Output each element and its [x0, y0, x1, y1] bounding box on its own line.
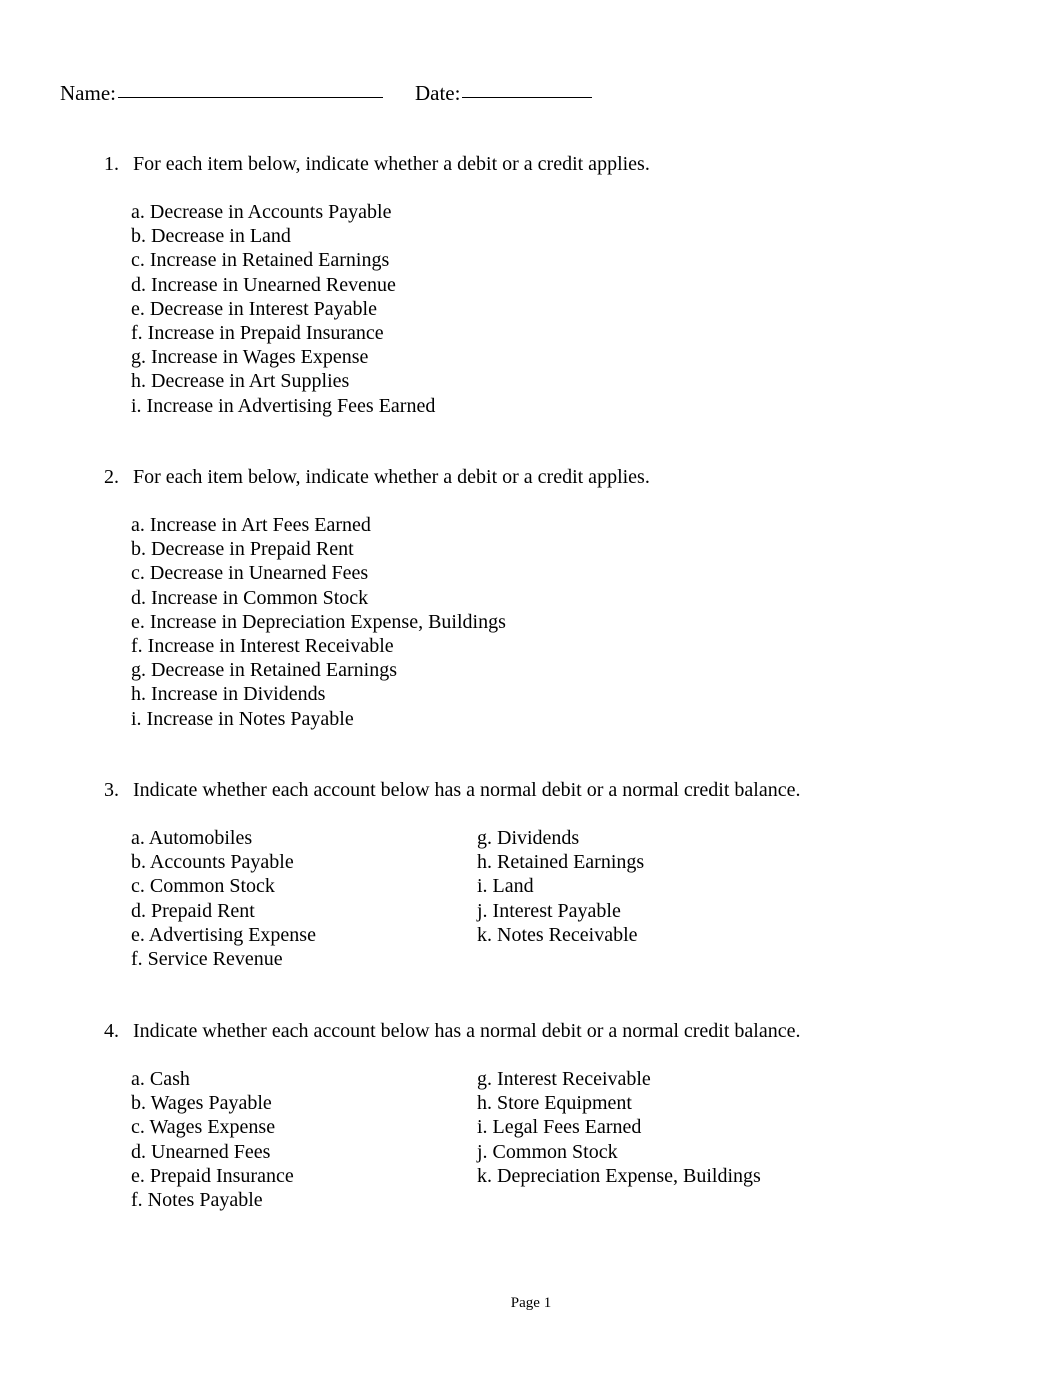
page-footer: Page 1: [0, 1294, 1062, 1312]
list-item: b. Decrease in Land: [131, 225, 291, 248]
name-label: Name:: [60, 81, 116, 105]
list-item: h. Increase in Dividends: [131, 683, 326, 706]
question-1-number: 1.: [104, 153, 119, 175]
page-number-label: Page 1: [510, 1295, 552, 1311]
date-blank-field[interactable]: [462, 97, 593, 98]
question-2-prompt: For each item below, indicate whether a …: [133, 466, 650, 488]
list-item: e. Decrease in Interest Payable: [131, 297, 377, 320]
question-4-right-column: g. Interest Receivable h. Store Equipmen…: [477, 1067, 761, 1188]
list-item: a. Cash: [131, 1068, 190, 1090]
list-item: j. Common Stock: [477, 1140, 618, 1163]
list-item: f. Service Revenue: [131, 948, 283, 971]
list-item: b. Wages Payable: [131, 1092, 272, 1115]
list-item: e. Increase in Depreciation Expense, Bui…: [131, 610, 506, 633]
list-item: g. Decrease in Retained Earnings: [131, 659, 398, 682]
list-item: g. Increase in Wages Expense: [131, 346, 369, 369]
list-item: i. Increase in Advertising Fees Earned: [131, 394, 436, 417]
list-item: b. Decrease in Prepaid Rent: [131, 538, 354, 561]
list-item: c. Wages Expense: [131, 1116, 276, 1139]
question-3-heading: 3. Indicate whether each account below h…: [0, 778, 1062, 802]
question-3-prompt: Indicate whether each account below has …: [133, 779, 801, 801]
question-4-left-column: a. Cash b. Wages Payable c. Wages Expens…: [131, 1067, 294, 1212]
list-item: a. Increase in Art Fees Earned: [131, 514, 371, 536]
list-item: a. Automobiles: [131, 827, 253, 849]
list-item: e. Prepaid Insurance: [131, 1164, 294, 1187]
list-item: a. Decrease in Accounts Payable: [131, 201, 392, 223]
list-item: e. Advertising Expense: [131, 923, 316, 946]
question-3-items: a. Automobiles b. Accounts Payable c. Co…: [0, 826, 1062, 976]
question-4-items: a. Cash b. Wages Payable c. Wages Expens…: [0, 1067, 1062, 1217]
question-4-heading: 4. Indicate whether each account below h…: [0, 1019, 1062, 1043]
list-item: c. Increase in Retained Earnings: [131, 249, 390, 272]
question-4-number: 4.: [104, 1020, 119, 1042]
list-item: d. Increase in Unearned Revenue: [131, 273, 396, 296]
question-3: 3. Indicate whether each account below h…: [0, 778, 1062, 976]
question-3-left-column: a. Automobiles b. Accounts Payable c. Co…: [131, 826, 316, 971]
list-item: d. Prepaid Rent: [131, 899, 255, 922]
question-1-prompt: For each item below, indicate whether a …: [133, 153, 650, 175]
question-1: 1. For each item below, indicate whether…: [0, 152, 1062, 418]
question-2-number: 2.: [104, 466, 119, 488]
list-item: k. Depreciation Expense, Buildings: [477, 1164, 761, 1187]
list-item: h. Retained Earnings: [477, 851, 645, 874]
list-item: f. Increase in Prepaid Insurance: [131, 322, 384, 345]
list-item: k. Notes Receivable: [477, 923, 638, 946]
question-1-items: a. Decrease in Accounts Payable b. Decre…: [0, 200, 1062, 418]
question-3-right-column: g. Dividends h. Retained Earnings i. Lan…: [477, 826, 644, 947]
list-item: f. Increase in Interest Receivable: [131, 635, 394, 658]
list-item: f. Notes Payable: [131, 1189, 263, 1212]
name-blank-field[interactable]: [117, 97, 383, 98]
name-date-header: Name: Date:: [60, 80, 594, 106]
list-item: c. Decrease in Unearned Fees: [131, 562, 369, 585]
list-item: g. Interest Receivable: [477, 1068, 651, 1090]
list-item: b. Accounts Payable: [131, 851, 294, 874]
worksheet-page: Name: Date: 1. For each item below, indic…: [0, 0, 1062, 1377]
list-item: i. Legal Fees Earned: [477, 1116, 642, 1139]
list-item: h. Store Equipment: [477, 1092, 632, 1115]
list-item: d. Increase in Common Stock: [131, 586, 369, 609]
question-4: 4. Indicate whether each account below h…: [0, 1019, 1062, 1217]
question-1-heading: 1. For each item below, indicate whether…: [0, 152, 1062, 176]
question-2-items: a. Increase in Art Fees Earned b. Decrea…: [0, 513, 1062, 731]
list-item: j. Interest Payable: [477, 899, 621, 922]
date-label: Date:: [414, 81, 461, 105]
list-item: i. Increase in Notes Payable: [131, 707, 354, 730]
question-2: 2. For each item below, indicate whether…: [0, 465, 1062, 731]
list-item: c. Common Stock: [131, 875, 275, 898]
list-item: d. Unearned Fees: [131, 1140, 271, 1163]
question-4-prompt: Indicate whether each account below has …: [133, 1020, 801, 1042]
list-item: i. Land: [477, 875, 534, 898]
list-item: g. Dividends: [477, 827, 580, 849]
list-item: h. Decrease in Art Supplies: [131, 370, 350, 393]
question-3-number: 3.: [104, 779, 119, 801]
question-2-heading: 2. For each item below, indicate whether…: [0, 465, 1062, 489]
